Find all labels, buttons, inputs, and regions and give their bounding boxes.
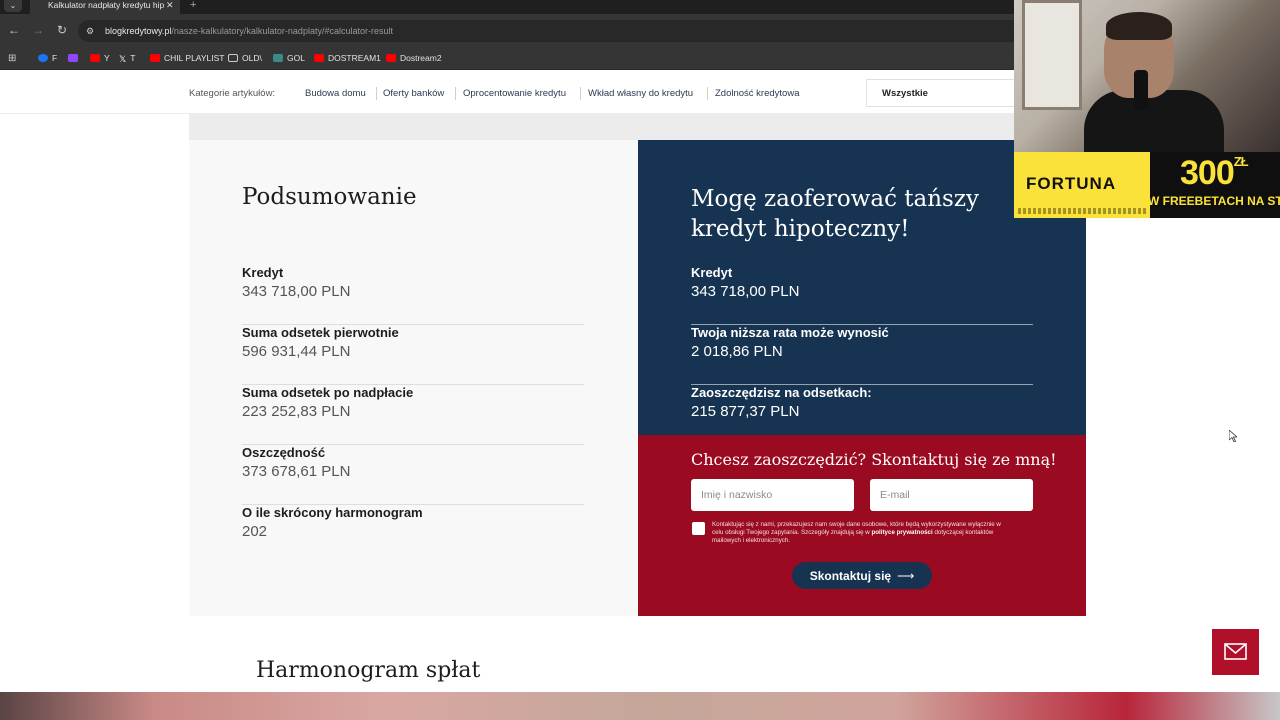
category-link-budowa-domu[interactable]: Budowa domu xyxy=(305,88,366,99)
category-link-oprocentowanie[interactable]: Oprocentowanie kredytu xyxy=(463,88,566,99)
summary-item: Suma odsetek po nadpłacie 223 252,83 PLN xyxy=(242,385,584,445)
category-link-wklad-wlasny[interactable]: Wkład własny do kredytu xyxy=(588,88,693,99)
screen: ⌄ Kalkulator nadpłaty kredytu hip ✕ + ← … xyxy=(0,0,1280,720)
site-settings-icon[interactable]: ⚙ xyxy=(86,25,98,37)
webcam-overlay xyxy=(1014,0,1280,152)
microphone-icon xyxy=(1134,70,1148,110)
summary-item: Suma odsetek pierwotnie 596 931,44 PLN xyxy=(242,325,584,385)
stream-overlay-bottom-strip xyxy=(0,692,1280,720)
bookmark-x[interactable]: 𝕏T xyxy=(119,52,135,64)
folder-icon xyxy=(228,54,238,62)
youtube-icon xyxy=(150,54,160,62)
webcam-streamer-body xyxy=(1084,90,1224,152)
bookmark-dostream1[interactable]: DOSTREAM1 xyxy=(314,52,381,64)
browser-tab-active[interactable]: Kalkulator nadpłaty kredytu hip xyxy=(30,0,180,14)
offer-item-label: Twoja niższa rata może wynosić xyxy=(691,325,889,340)
section-top-band xyxy=(189,114,1014,140)
bookmark-gol[interactable]: GOL xyxy=(273,52,305,64)
summary-item-label: Suma odsetek po nadpłacie xyxy=(242,385,414,400)
category-bar: Kategorie artykułów: Budowa domu Oferty … xyxy=(0,71,1014,114)
offer-title: Mogę zaoferować tańszy kredyt hipoteczny… xyxy=(691,186,979,242)
offer-item-value: 215 877,37 PLN xyxy=(691,403,800,420)
browser-tab-bar: ⌄ Kalkulator nadpłaty kredytu hip ✕ + xyxy=(0,0,1014,14)
email-field[interactable] xyxy=(870,479,1033,511)
summary-item-value: 223 252,83 PLN xyxy=(242,403,351,420)
tab-close-icon[interactable]: ✕ xyxy=(166,0,174,10)
summary-item: O ile skrócony harmonogram 202 xyxy=(242,505,584,565)
webcam-background-window xyxy=(1022,0,1082,110)
twitch-icon xyxy=(68,54,78,62)
contact-form: Chcesz zaoszczędzić? Skontaktuj się ze m… xyxy=(638,435,1086,616)
category-divider xyxy=(580,87,581,100)
consent-checkbox[interactable] xyxy=(692,522,705,535)
sponsor-banner: FORTUNA 300ZŁ W FREEBETACH NA START xyxy=(1014,152,1280,218)
apps-grid-icon[interactable]: ⊞ xyxy=(8,53,16,64)
sponsor-logo-area: FORTUNA xyxy=(1014,152,1150,218)
privacy-policy-link[interactable]: polityce prywatności xyxy=(872,529,933,536)
name-field[interactable] xyxy=(691,479,854,511)
bookmark-folder-old[interactable]: OLD\ xyxy=(228,52,262,64)
category-divider xyxy=(455,87,456,100)
back-icon[interactable]: ← xyxy=(6,22,22,38)
bookmark-dostream2[interactable]: Dostream2 xyxy=(386,52,442,64)
category-select[interactable]: Wszystkie xyxy=(866,79,1014,107)
category-link-oferty-bankow[interactable]: Oferty banków xyxy=(383,88,444,99)
arrow-right-icon: ⟶ xyxy=(897,568,915,583)
reload-icon[interactable]: ↻ xyxy=(54,22,70,38)
browser-toolbar: ← → ↻ ⚙ blogkredytowy.pl/nasze-kalkulato… xyxy=(0,14,1014,46)
schedule-title: Harmonogram spłat xyxy=(256,658,481,683)
summary-item-value: 373 678,61 PLN xyxy=(242,463,351,480)
address-bar[interactable]: ⚙ blogkredytowy.pl/nasze-kalkulatory/kal… xyxy=(78,20,1014,42)
offer-item-label: Kredyt xyxy=(691,265,733,280)
offer-item: Twoja niższa rata może wynosić 2 018,86 … xyxy=(691,325,1033,385)
offer-item-value: 2 018,86 PLN xyxy=(691,343,783,360)
summary-item-label: O ile skrócony harmonogram xyxy=(242,505,423,520)
summary-item-value: 596 931,44 PLN xyxy=(242,343,351,360)
forward-icon[interactable]: → xyxy=(30,22,46,38)
youtube-icon xyxy=(314,54,324,62)
url-text: blogkredytowy.pl/nasze-kalkulatory/kalku… xyxy=(105,26,393,36)
tab-search-dropdown-icon[interactable]: ⌄ xyxy=(4,0,22,12)
mouse-cursor-icon xyxy=(1229,430,1237,442)
contact-submit-button[interactable]: Skontaktuj się ⟶ xyxy=(792,562,932,589)
category-label: Kategorie artykułów: xyxy=(189,88,276,99)
summary-item-label: Kredyt xyxy=(242,265,284,280)
mail-contact-button[interactable] xyxy=(1212,629,1259,675)
bookmarks-bar: ⊞ F Y 𝕏T CHIL PLAYLIST OLD\ GOL DOSTREAM… xyxy=(0,46,1014,70)
facebook-icon xyxy=(38,54,48,62)
summary-title: Podsumowanie xyxy=(242,184,417,210)
new-tab-icon[interactable]: + xyxy=(190,0,196,11)
summary-item: Kredyt 343 718,00 PLN xyxy=(242,265,584,325)
summary-item-label: Oszczędność xyxy=(242,445,326,460)
offer-item: Kredyt 343 718,00 PLN xyxy=(691,265,1033,325)
category-divider xyxy=(707,87,708,100)
sponsor-fine-print xyxy=(1018,208,1146,214)
category-link-zdolnosc[interactable]: Zdolność kredytowa xyxy=(715,88,799,99)
contact-title: Chcesz zaoszczędzić? Skontaktuj się ze m… xyxy=(691,450,1057,469)
summary-item: Oszczędność 373 678,61 PLN xyxy=(242,445,584,505)
webcam-streamer-hair xyxy=(1106,12,1172,40)
summary-item-value: 202 xyxy=(242,523,268,540)
youtube-icon xyxy=(90,54,100,62)
bookmark-chil-playlist[interactable]: CHIL PLAYLIST xyxy=(150,52,224,64)
summary-item-label: Suma odsetek pierwotnie xyxy=(242,325,399,340)
consent-text: Kontaktując się z nami, przekazujesz nam… xyxy=(712,521,1001,544)
summary-item-value: 343 718,00 PLN xyxy=(242,283,351,300)
bookmark-facebook[interactable]: F xyxy=(38,52,57,64)
summary-panel: Podsumowanie Kredyt 343 718,00 PLN Suma … xyxy=(189,140,638,616)
sponsor-brand: FORTUNA xyxy=(1026,174,1117,193)
youtube-icon xyxy=(386,54,396,62)
sponsor-slogan: W FREEBETACH NA START xyxy=(1148,194,1280,208)
offer-item-label: Zaoszczędzisz na odsetkach: xyxy=(691,385,872,400)
x-icon: 𝕏 xyxy=(119,54,127,64)
bookmark-twitch[interactable] xyxy=(68,52,82,64)
offer-item-value: 343 718,00 PLN xyxy=(691,283,800,300)
gol-icon xyxy=(273,54,283,62)
category-divider xyxy=(376,87,377,100)
tab-title: Kalkulator nadpłaty kredytu hip xyxy=(48,0,165,10)
envelope-icon xyxy=(1224,643,1247,660)
bookmark-youtube[interactable]: Y xyxy=(90,52,110,64)
sponsor-amount: 300ZŁ xyxy=(1180,154,1249,192)
